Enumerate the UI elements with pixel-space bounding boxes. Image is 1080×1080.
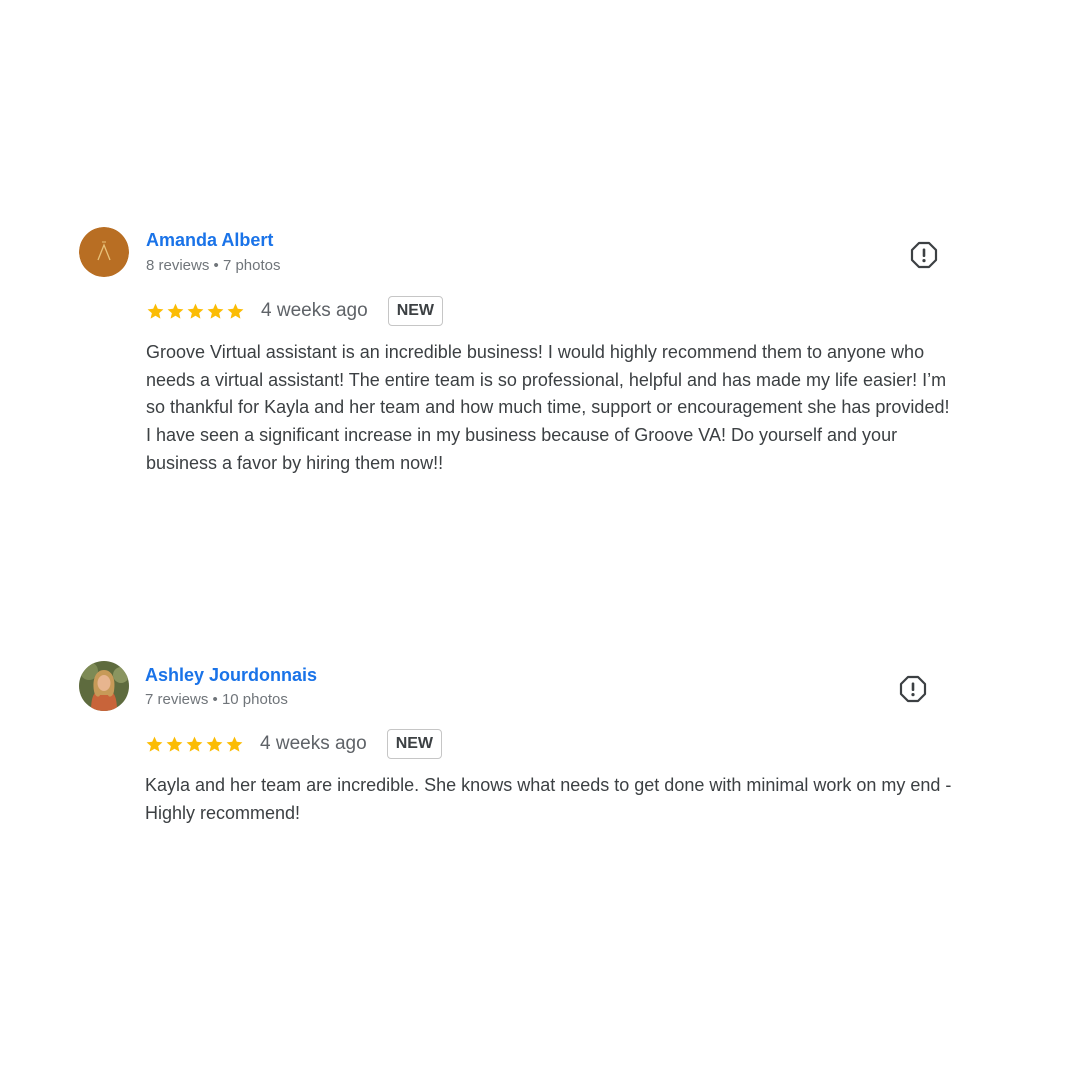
report-icon [899,675,927,703]
new-badge: NEW [386,729,443,759]
star-icon [205,735,224,754]
author-name[interactable]: Amanda Albert [146,230,273,251]
star-icon [186,302,205,321]
profile-photo-avatar [79,661,129,711]
star-icon [145,735,164,754]
review-time: 4 weeks ago [261,300,368,321]
review-time: 4 weeks ago [260,733,367,754]
star-icon [225,735,244,754]
star-icon [226,302,245,321]
report-button[interactable] [899,675,927,703]
star-icon [146,302,165,321]
rating-row: 4 weeks ago NEW [146,295,444,327]
star-icon [185,735,204,754]
amber-circle-logo-avatar [79,227,129,277]
star-icon [166,302,185,321]
review-text: Kayla and her team are incredible. She k… [145,775,952,823]
report-icon [910,241,938,269]
star-rating [146,302,245,321]
author-meta: 8 reviews • 7 photos [146,257,281,274]
author-name[interactable]: Ashley Jourdonnais [145,665,317,686]
report-button[interactable] [910,241,938,269]
star-rating [145,735,244,754]
new-badge: NEW [387,296,444,326]
review-text: Groove Virtual assistant is an incredibl… [146,342,950,473]
rating-row: 4 weeks ago NEW [145,728,443,760]
author-meta: 7 reviews • 10 photos [145,691,288,708]
star-icon [165,735,184,754]
avatar[interactable] [79,227,129,277]
avatar[interactable] [79,661,129,711]
star-icon [206,302,225,321]
